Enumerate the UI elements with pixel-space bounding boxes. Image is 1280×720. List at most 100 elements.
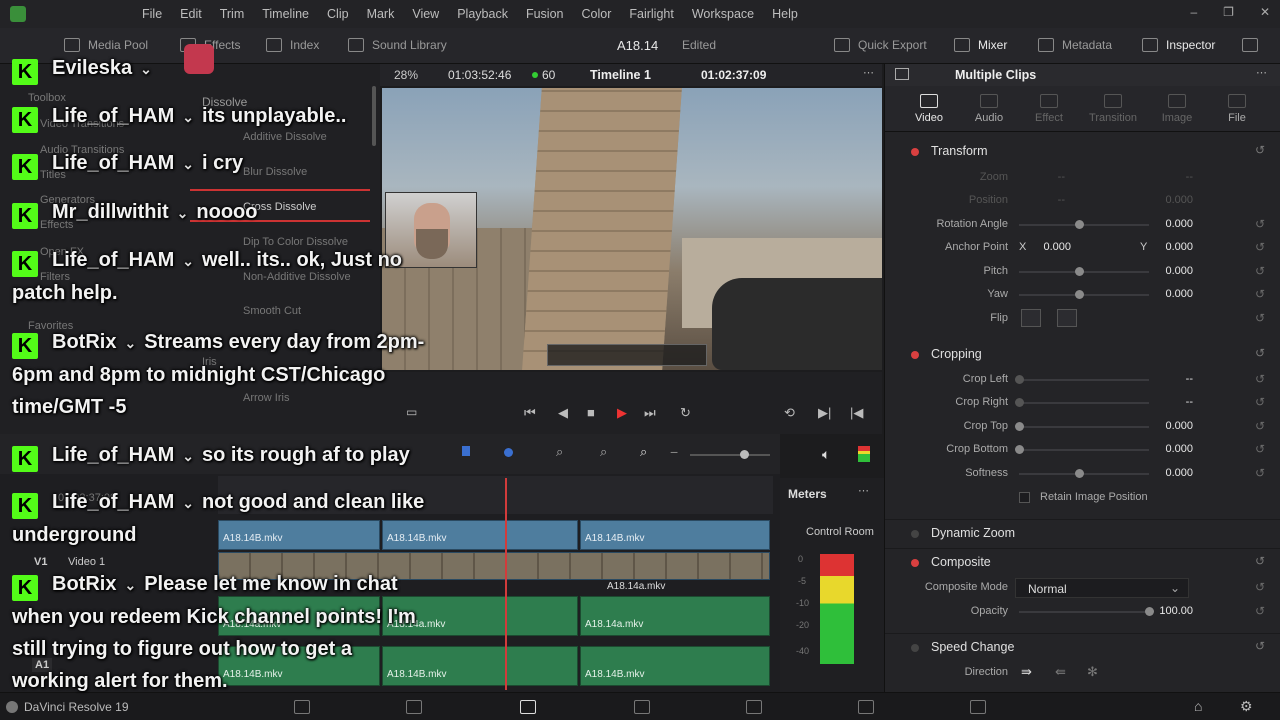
level-meter-icon[interactable] (858, 446, 870, 462)
next-edit-icon[interactable]: ▶| (818, 405, 831, 421)
track-v1-name[interactable]: Video 1 (68, 556, 105, 568)
enable-dot-icon[interactable] (911, 559, 919, 567)
reset-icon[interactable]: ↺ (1255, 419, 1265, 433)
home-icon[interactable]: ⌂ (1194, 698, 1202, 714)
zoom-out-icon[interactable]: − (670, 444, 678, 460)
reset-icon[interactable]: ↺ (1255, 372, 1265, 386)
close-window-button[interactable]: ✕ (1260, 5, 1270, 19)
page-edit-icon[interactable] (520, 700, 536, 714)
yaw-slider[interactable] (1019, 294, 1149, 296)
reset-icon[interactable]: ↺ (1255, 395, 1265, 409)
crop-right-slider[interactable] (1019, 402, 1149, 404)
reset-icon[interactable]: ↺ (1255, 580, 1265, 594)
section-dynamic-zoom[interactable]: Dynamic Zoom (885, 519, 1280, 545)
pitch-value[interactable]: 0.000 (1143, 265, 1193, 277)
viewer-options-icon[interactable]: ⋯ (863, 66, 874, 79)
enable-dot-icon[interactable] (911, 530, 919, 538)
enable-dot-icon[interactable] (911, 644, 919, 652)
metadata-button[interactable]: Metadata (1038, 38, 1112, 52)
quick-export-button[interactable]: Quick Export (834, 38, 927, 52)
menu-fairlight[interactable]: Fairlight (629, 7, 673, 21)
play-icon[interactable]: ▶ (617, 405, 627, 421)
crop-right-value[interactable]: -- (1143, 396, 1193, 408)
pitch-slider[interactable] (1019, 271, 1149, 273)
position-y-value[interactable]: 0.000 (1143, 194, 1193, 206)
menu-file[interactable]: File (142, 7, 162, 21)
reset-icon[interactable]: ↺ (1255, 240, 1265, 254)
page-fairlight-icon[interactable] (858, 700, 874, 714)
menu-trim[interactable]: Trim (220, 7, 245, 21)
enable-dot-icon[interactable] (911, 351, 919, 359)
zoom-y-value[interactable]: -- (1143, 171, 1193, 183)
rotation-value[interactable]: 0.000 (1143, 218, 1193, 230)
effect-blur-dissolve[interactable]: Blur Dissolve (243, 166, 307, 178)
audio-clip[interactable]: A18.14a.mkv (580, 596, 770, 636)
menu-edit[interactable]: Edit (180, 7, 202, 21)
reset-icon[interactable]: ↺ (1255, 604, 1265, 618)
reset-icon[interactable]: ↺ (1255, 346, 1265, 360)
menu-clip[interactable]: Clip (327, 7, 349, 21)
crop-left-slider[interactable] (1019, 379, 1149, 381)
menu-workspace[interactable]: Workspace (692, 7, 754, 21)
tab-image[interactable]: Image (1147, 94, 1207, 124)
yaw-value[interactable]: 0.000 (1143, 288, 1193, 300)
section-speed-change[interactable]: Speed Change ↺ (885, 633, 1280, 659)
crop-left-knob[interactable] (1015, 375, 1024, 384)
section-cropping[interactable]: Cropping ↺ (885, 341, 1280, 367)
softness-knob[interactable] (1075, 469, 1084, 478)
reset-icon[interactable]: ↺ (1255, 442, 1265, 456)
page-deliver-icon[interactable] (970, 700, 986, 714)
zoom-detail-icon[interactable]: ⌕ (600, 444, 607, 460)
reverse-arrow-icon[interactable]: ⇚ (1055, 664, 1066, 680)
crop-left-value[interactable]: -- (1143, 373, 1193, 385)
inspector-button[interactable]: Inspector (1142, 38, 1215, 52)
flip-horizontal-icon[interactable] (1021, 309, 1041, 327)
sound-library-button[interactable]: Sound Library (348, 38, 447, 52)
rotation-slider[interactable] (1019, 224, 1149, 226)
settings-gear-icon[interactable]: ⚙ (1240, 698, 1253, 715)
reset-icon[interactable]: ↺ (1255, 466, 1265, 480)
menu-color[interactable]: Color (581, 7, 611, 21)
section-transform[interactable]: Transform ↺ (885, 138, 1280, 164)
play-reverse-icon[interactable]: ◀ (558, 405, 568, 421)
index-button[interactable]: Index (266, 38, 319, 52)
media-pool-button[interactable]: Media Pool (64, 38, 148, 52)
marker-icon[interactable] (504, 448, 513, 457)
crop-top-knob[interactable] (1015, 422, 1024, 431)
tab-audio[interactable]: Audio (959, 94, 1019, 124)
playhead[interactable] (505, 478, 507, 690)
mixer-button[interactable]: Mixer (954, 38, 1007, 52)
reset-icon[interactable]: ↺ (1255, 287, 1265, 301)
flag-icon[interactable] (462, 446, 470, 456)
zoom-custom-icon[interactable]: ⌕ (640, 444, 647, 460)
speaker-icon[interactable]: 🔈︎ (822, 446, 830, 463)
page-color-icon[interactable] (746, 700, 762, 714)
viewer-zoom[interactable]: 28% (394, 68, 418, 82)
inspector-panel-icon[interactable] (895, 68, 909, 80)
minimize-button[interactable]: – (1190, 5, 1197, 19)
reset-icon[interactable]: ↺ (1255, 264, 1265, 278)
flip-vertical-icon[interactable] (1057, 309, 1077, 327)
inspector-options-icon[interactable]: ⋯ (1256, 66, 1267, 79)
crop-bottom-value[interactable]: 0.000 (1143, 443, 1193, 455)
jump-end-icon[interactable]: ⏭ (644, 405, 656, 421)
effects-scrollbar[interactable] (372, 86, 376, 146)
pitch-knob[interactable] (1075, 267, 1084, 276)
maximize-button[interactable]: ❐ (1223, 5, 1234, 19)
menu-view[interactable]: View (412, 7, 439, 21)
composite-mode-select[interactable]: Normal ⌄ (1015, 578, 1189, 598)
reset-icon[interactable]: ↺ (1255, 554, 1265, 568)
video-clip[interactable]: A18.14B.mkv (580, 520, 770, 550)
crop-bottom-knob[interactable] (1015, 445, 1024, 454)
fullscreen-button[interactable] (1242, 38, 1258, 52)
crop-right-knob[interactable] (1015, 398, 1024, 407)
section-composite[interactable]: Composite ↺ (885, 548, 1280, 574)
menu-mark[interactable]: Mark (367, 7, 395, 21)
opacity-slider[interactable] (1019, 611, 1149, 613)
timeline-zoom-slider[interactable] (690, 454, 770, 456)
crop-top-value[interactable]: 0.000 (1143, 420, 1193, 432)
softness-value[interactable]: 0.000 (1143, 467, 1193, 479)
zoom-x-value[interactable]: -- (1015, 171, 1065, 183)
timeline-zoom-knob[interactable] (740, 450, 749, 459)
stop-icon[interactable]: ■ (587, 405, 595, 420)
